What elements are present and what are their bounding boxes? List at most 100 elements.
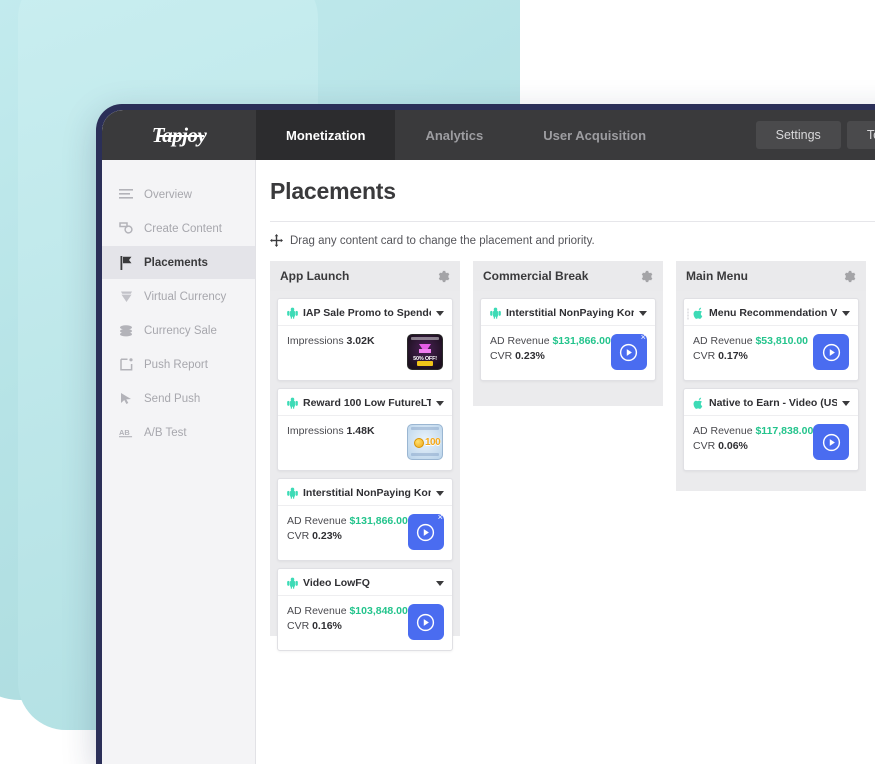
content-card[interactable]: Reward 100 Low FutureLTV Impressions 1.4… bbox=[277, 388, 453, 471]
sidebar-item-virtual-currency-label: Virtual Currency bbox=[144, 290, 227, 303]
stat-label: CVR bbox=[693, 440, 716, 453]
nav-tab-monetization[interactable]: Monetization bbox=[256, 110, 396, 160]
stat-row: CVR 0.16% bbox=[287, 619, 408, 634]
stat-label: CVR bbox=[490, 350, 513, 363]
android-icon bbox=[287, 397, 298, 409]
sidebar-item-currency-sale[interactable]: Currency Sale bbox=[102, 314, 255, 347]
sidebar-item-create-content-label: Create Content bbox=[144, 222, 222, 235]
drag-handle[interactable] bbox=[687, 308, 689, 320]
content-card[interactable]: Interstitial NonPaying Korea AD Revenue … bbox=[277, 478, 453, 561]
video-preview-button[interactable] bbox=[813, 334, 849, 370]
lines-icon bbox=[119, 188, 133, 202]
tools-button[interactable]: Tools bbox=[846, 121, 875, 149]
stat-value: 0.17% bbox=[718, 350, 748, 363]
stat-label: Impressions bbox=[287, 335, 344, 347]
create-content-icon bbox=[119, 222, 133, 236]
brand-logo[interactable]: Tapjoy bbox=[102, 110, 256, 160]
settings-button[interactable]: Settings bbox=[755, 121, 841, 149]
stat-row: CVR 0.06% bbox=[693, 439, 813, 454]
column-header: Commercial Break bbox=[473, 261, 663, 291]
content-card[interactable]: Video LowFQ AD Revenue $103,848.00 CVR 0… bbox=[277, 568, 453, 651]
diamond-icon bbox=[119, 290, 133, 304]
stat-row: Impressions 1.48K bbox=[287, 424, 407, 439]
chevron-down-icon[interactable] bbox=[639, 310, 647, 316]
sidebar-item-placements[interactable]: Placements bbox=[102, 246, 255, 279]
stat-label: AD Revenue bbox=[693, 335, 753, 347]
gear-icon[interactable] bbox=[437, 270, 450, 283]
sidebar-item-send-push[interactable]: Send Push bbox=[102, 382, 255, 415]
content-card[interactable]: Menu Recommendation Video AD Revenue $53… bbox=[683, 298, 859, 381]
chevron-down-icon[interactable] bbox=[842, 310, 850, 316]
sidebar-item-currency-sale-label: Currency Sale bbox=[144, 324, 217, 337]
card-body: AD Revenue $53,810.00 CVR 0.17% bbox=[684, 326, 858, 380]
column-title: App Launch bbox=[280, 269, 350, 283]
placement-column-commercial-break: Commercial Break Interstitial NonPaying … bbox=[473, 261, 663, 406]
stat-row: CVR 0.17% bbox=[693, 349, 813, 364]
thumb-cta-bar bbox=[417, 360, 433, 366]
nav-tab-analytics[interactable]: Analytics bbox=[395, 110, 513, 160]
sidebar-item-create-content[interactable]: Create Content bbox=[102, 212, 255, 245]
card-stats: AD Revenue $131,866.00 CVR 0.23% bbox=[287, 514, 408, 544]
video-preview-button[interactable]: × bbox=[610, 333, 647, 370]
content-card[interactable]: Interstitial NonPaying Korea AD Revenue … bbox=[480, 298, 656, 381]
sidebar-item-ab-test[interactable]: AB A/B Test bbox=[102, 416, 255, 449]
close-icon[interactable]: × bbox=[641, 333, 646, 342]
column-body[interactable]: Menu Recommendation Video AD Revenue $53… bbox=[676, 291, 866, 491]
creative-thumbnail[interactable]: 100 bbox=[407, 424, 443, 460]
gear-icon[interactable] bbox=[640, 270, 653, 283]
chevron-down-icon[interactable] bbox=[436, 400, 444, 406]
stat-label: CVR bbox=[287, 620, 310, 633]
nav-tab-user-acquisition[interactable]: User Acquisition bbox=[513, 110, 676, 160]
stat-label: Impressions bbox=[287, 425, 344, 437]
stat-row: CVR 0.23% bbox=[490, 349, 611, 364]
chevron-down-icon[interactable] bbox=[436, 580, 444, 586]
stat-value: $131,866.00 bbox=[552, 335, 611, 347]
card-title: IAP Sale Promo to Spenders bbox=[303, 307, 431, 319]
card-header: Native to Earn - Video (US N... bbox=[684, 389, 858, 416]
stat-value: $53,810.00 bbox=[755, 335, 809, 347]
column-header: Main Menu bbox=[676, 261, 866, 291]
sidebar-item-overview-label: Overview bbox=[144, 188, 192, 201]
stat-row: Impressions 3.02K bbox=[287, 334, 407, 349]
stat-value: 0.23% bbox=[515, 350, 545, 363]
chevron-down-icon[interactable] bbox=[842, 400, 850, 406]
card-body: Impressions 1.48K 100 bbox=[278, 416, 452, 470]
chevron-down-icon[interactable] bbox=[436, 490, 444, 496]
stat-value: 0.23% bbox=[312, 530, 342, 543]
android-icon bbox=[287, 577, 298, 589]
stat-label: AD Revenue bbox=[490, 335, 550, 347]
video-preview-button[interactable]: × bbox=[407, 513, 444, 550]
ab-test-icon: AB bbox=[119, 426, 133, 440]
coins-stack-icon bbox=[119, 324, 133, 338]
thumb-caption-bar bbox=[411, 337, 439, 340]
card-title: Interstitial NonPaying Korea bbox=[303, 487, 431, 499]
close-icon[interactable]: × bbox=[438, 513, 443, 522]
play-circle-icon bbox=[417, 523, 435, 541]
sidebar-item-send-push-label: Send Push bbox=[144, 392, 201, 405]
creative-thumbnail[interactable]: 50% OFF! bbox=[407, 334, 443, 370]
card-stats: AD Revenue $117,838.00 CVR 0.06% bbox=[693, 424, 813, 454]
column-body[interactable]: Interstitial NonPaying Korea AD Revenue … bbox=[473, 291, 663, 406]
chevron-down-icon[interactable] bbox=[436, 310, 444, 316]
sidebar-item-push-report-label: Push Report bbox=[144, 358, 208, 371]
sidebar-item-placements-label: Placements bbox=[144, 256, 208, 269]
content-card[interactable]: IAP Sale Promo to Spenders Impressions 3… bbox=[277, 298, 453, 381]
android-icon bbox=[490, 307, 501, 319]
stat-row: AD Revenue $131,866.00 bbox=[287, 514, 408, 529]
card-body: AD Revenue $131,866.00 CVR 0.23% × bbox=[278, 506, 452, 560]
gear-icon[interactable] bbox=[843, 270, 856, 283]
video-preview-button[interactable] bbox=[813, 424, 850, 460]
stat-label: CVR bbox=[287, 530, 310, 543]
column-body[interactable]: IAP Sale Promo to Spenders Impressions 3… bbox=[270, 291, 460, 651]
sidebar-navigation: Overview Create Content Placements Virtu… bbox=[102, 160, 256, 764]
stat-value: 1.48K bbox=[346, 425, 375, 437]
video-preview-button[interactable] bbox=[407, 604, 444, 640]
sidebar-item-virtual-currency[interactable]: Virtual Currency bbox=[102, 280, 255, 313]
sidebar-item-overview[interactable]: Overview bbox=[102, 178, 255, 211]
content-card[interactable]: Native to Earn - Video (US N... AD Reven… bbox=[683, 388, 859, 471]
sidebar-item-push-report[interactable]: Push Report bbox=[102, 348, 255, 381]
placement-column-app-launch: App Launch IAP Sale Promo to Spenders Im… bbox=[270, 261, 460, 651]
drag-hint: Drag any content card to change the plac… bbox=[270, 222, 875, 261]
apple-icon bbox=[693, 307, 703, 319]
top-navigation-bar: Tapjoy Monetization Analytics User Acqui… bbox=[102, 110, 875, 160]
